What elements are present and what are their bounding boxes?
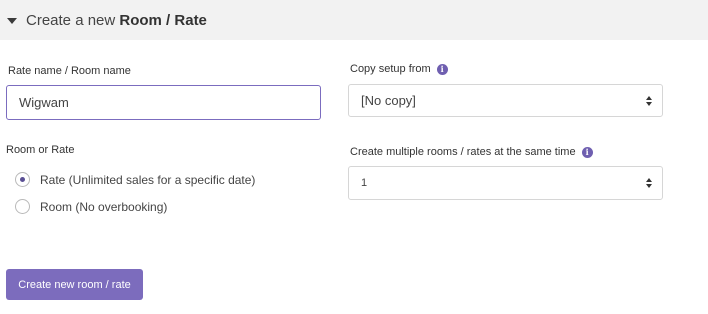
rate-name-label: Rate name / Room name <box>8 65 131 77</box>
rate-name-input[interactable] <box>6 85 321 120</box>
multiple-count-select[interactable]: 1 <box>348 166 663 200</box>
multiple-label: Create multiple rooms / rates at the sam… <box>350 146 593 158</box>
radio-selected-dot <box>20 177 25 182</box>
radio-option-rate[interactable]: Rate (Unlimited sales for a specific dat… <box>15 172 255 187</box>
section-title: Create a new Room / Rate <box>26 12 207 29</box>
select-arrows-icon <box>646 178 652 188</box>
section-header[interactable]: Create a new Room / Rate <box>0 0 708 40</box>
radio-label-room: Room (No overbooking) <box>40 199 168 214</box>
copy-setup-selected: [No copy] <box>361 93 416 108</box>
copy-setup-label-text: Copy setup from <box>350 63 431 75</box>
caret-down-icon[interactable] <box>7 17 17 24</box>
room-or-rate-label: Room or Rate <box>6 144 75 156</box>
select-arrows-icon <box>646 95 652 106</box>
radio-button-rate[interactable] <box>15 172 30 187</box>
create-room-rate-button[interactable]: Create new room / rate <box>6 269 143 300</box>
radio-option-room[interactable]: Room (No overbooking) <box>15 199 167 214</box>
section-title-prefix: Create a new <box>26 11 120 29</box>
copy-setup-label: Copy setup from i <box>350 63 448 75</box>
info-icon[interactable]: i <box>581 147 593 158</box>
radio-button-room[interactable] <box>15 199 30 214</box>
copy-setup-select[interactable]: [No copy] <box>348 84 663 117</box>
multiple-count-selected: 1 <box>361 177 368 189</box>
info-icon[interactable]: i <box>436 64 448 75</box>
multiple-label-text: Create multiple rooms / rates at the sam… <box>350 146 576 158</box>
radio-label-rate: Rate (Unlimited sales for a specific dat… <box>40 172 256 187</box>
section-title-bold: Room / Rate <box>119 11 207 29</box>
